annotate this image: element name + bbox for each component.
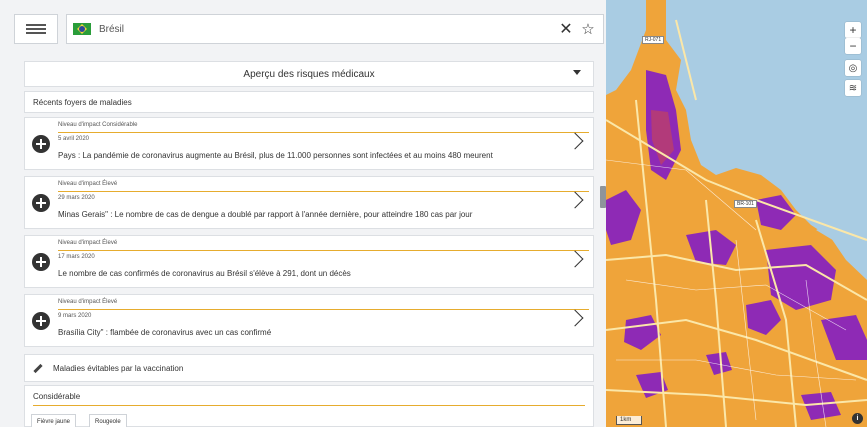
- map-canvas: [606, 0, 867, 427]
- star-icon[interactable]: ☆: [579, 20, 597, 38]
- outbreak-description: Minas Gerais" : Le nombre de cas de deng…: [58, 210, 473, 219]
- impact-level: Niveau d'impact Élevé: [58, 240, 118, 246]
- layers-icon[interactable]: ≋: [845, 80, 861, 96]
- considerable-divider: [33, 405, 585, 406]
- chevron-right-icon: [566, 250, 584, 268]
- impact-level: Niveau d'impact Élevé: [58, 181, 118, 187]
- impact-divider: [58, 309, 589, 310]
- map-view[interactable]: RJ-071 BR-101 + − ◎ ≋ 1km i: [606, 0, 867, 427]
- considerable-label: Considérable: [33, 392, 81, 401]
- chevron-right-icon: [566, 191, 584, 209]
- left-panel: Brésil ✕ ☆ Aperçu des risques médicaux R…: [0, 0, 606, 427]
- impact-divider: [58, 250, 589, 251]
- vaccine-preventable-diseases-header[interactable]: Maladies évitables par la vaccination: [24, 354, 594, 382]
- locate-icon[interactable]: ◎: [845, 60, 861, 76]
- outbreak-date: 9 mars 2020: [58, 313, 92, 319]
- medical-risk-overview-title: Aperçu des risques médicaux: [243, 68, 375, 80]
- info-icon[interactable]: i: [852, 413, 863, 424]
- outbreaks-section-title: Récents foyers de maladies: [24, 91, 594, 113]
- impact-divider: [58, 132, 589, 133]
- plus-circle-icon: [32, 312, 50, 330]
- road-label: RJ-071: [642, 36, 665, 44]
- disease-chip-yellow-fever[interactable]: Fièvre jaune: [31, 414, 77, 427]
- outbreak-card[interactable]: Niveau d'impact Élevé 17 mars 2020 Le no…: [24, 235, 594, 288]
- syringe-icon: [33, 363, 43, 373]
- impact-divider: [58, 191, 589, 192]
- road-label: BR-101: [734, 200, 757, 208]
- outbreak-card[interactable]: Niveau d'impact Élevé 29 mars 2020 Minas…: [24, 176, 594, 229]
- brazil-flag-icon: [73, 23, 91, 35]
- search-box[interactable]: Brésil ✕ ☆: [66, 14, 604, 44]
- disease-chip-measles[interactable]: Rougeole: [89, 414, 127, 427]
- menu-button[interactable]: [14, 14, 58, 44]
- map-scale: 1km: [616, 416, 642, 425]
- hamburger-icon: [26, 24, 46, 34]
- outbreak-description: Le nombre de cas confirmés de coronaviru…: [58, 269, 351, 278]
- outbreak-card[interactable]: Niveau d'impact Élevé 9 mars 2020 Brasíl…: [24, 294, 594, 347]
- vaccine-preventable-diseases-title: Maladies évitables par la vaccination: [53, 363, 184, 373]
- outbreak-card[interactable]: Niveau d'impact Considérable 5 avril 202…: [24, 117, 594, 170]
- caret-down-icon: [573, 70, 581, 75]
- top-bar: Brésil ✕ ☆: [14, 14, 604, 44]
- outbreak-date: 17 mars 2020: [58, 254, 95, 260]
- outbreak-description: Pays : La pandémie de coronavirus augmen…: [58, 151, 493, 160]
- zoom-in-button[interactable]: +: [845, 22, 861, 38]
- chevron-right-icon: [566, 309, 584, 327]
- chevron-right-icon: [566, 132, 584, 150]
- outbreak-date: 5 avril 2020: [58, 136, 90, 142]
- close-icon[interactable]: ✕: [557, 19, 575, 39]
- impact-level: Niveau d'impact Élevé: [58, 299, 118, 305]
- considerable-section: Considérable Fièvre jaune Rougeole: [24, 385, 594, 427]
- outbreak-description: Brasília City" : flambée de coronavirus …: [58, 328, 272, 337]
- search-input[interactable]: Brésil: [99, 24, 557, 35]
- medical-risk-overview-header[interactable]: Aperçu des risques médicaux: [24, 61, 594, 87]
- zoom-out-button[interactable]: −: [845, 38, 861, 54]
- impact-level: Niveau d'impact Considérable: [58, 122, 138, 128]
- plus-circle-icon: [32, 253, 50, 271]
- plus-circle-icon: [32, 194, 50, 212]
- plus-circle-icon: [32, 135, 50, 153]
- outbreak-date: 29 mars 2020: [58, 195, 95, 201]
